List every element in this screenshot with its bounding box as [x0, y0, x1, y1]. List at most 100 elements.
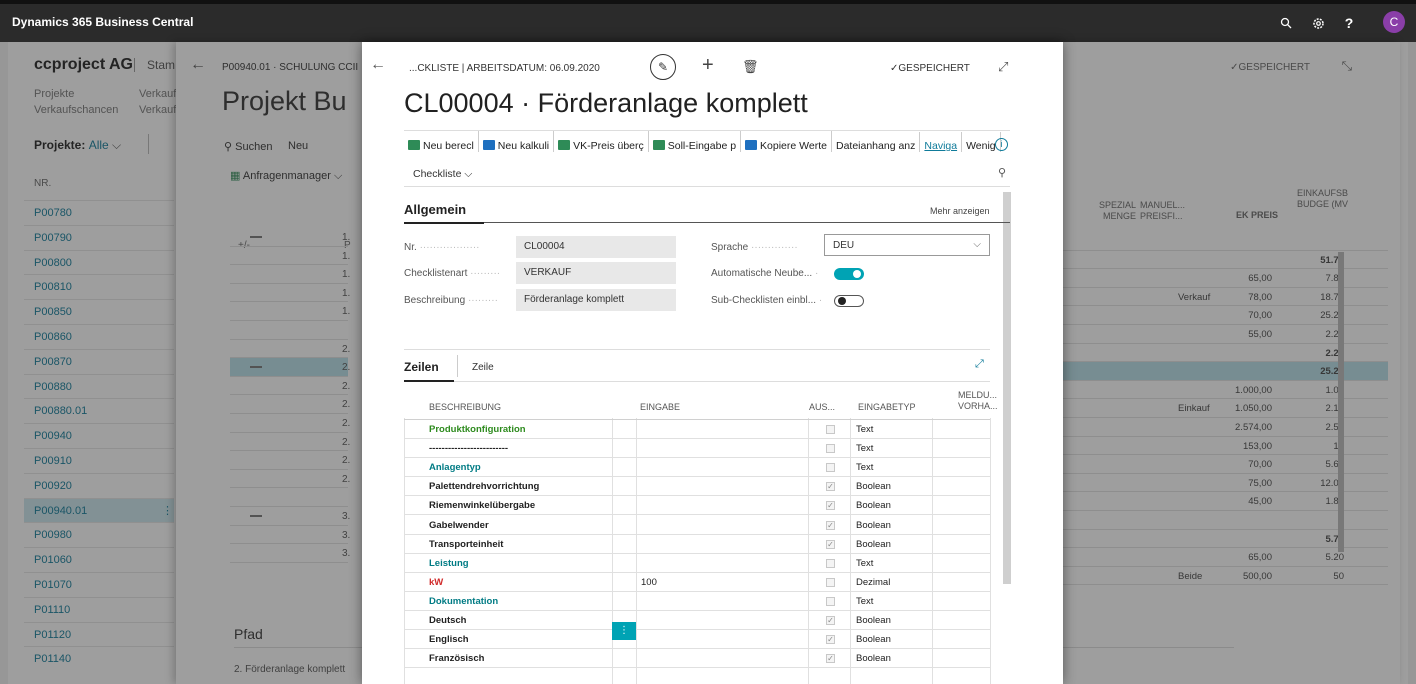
line-checkbox[interactable]: ✓ [826, 654, 835, 664]
line-description[interactable]: Gabelwender [429, 520, 489, 531]
line-description[interactable]: Produktkonfiguration [429, 424, 526, 435]
action-icon [408, 140, 420, 150]
sprache-select[interactable]: DEU ⌵ [824, 234, 990, 256]
line-eingabe[interactable]: 100 [641, 577, 657, 588]
action-dateianhang-anz[interactable]: Dateianhang anz [832, 132, 921, 152]
line-checkbox[interactable]: ✓ [826, 539, 835, 549]
line-eingabetyp[interactable]: Boolean [856, 634, 891, 645]
line-checkbox[interactable]: ✓ [826, 482, 835, 492]
line-eingabetyp[interactable]: Boolean [856, 520, 891, 531]
action-naviga[interactable]: Naviga [920, 132, 963, 152]
search-icon[interactable] [1276, 13, 1296, 33]
action-label: Neu kalkuli [497, 140, 550, 152]
avatar[interactable]: C [1383, 11, 1405, 33]
checklist-line[interactable]: Französisch ✓ Boolean [404, 649, 990, 669]
checklist-line[interactable]: Transporteinheit ✓ Boolean [404, 535, 990, 554]
line-description[interactable]: Transporteinheit [429, 539, 503, 550]
delete-trash-icon[interactable]: 🗑 [742, 59, 759, 75]
checklist-line[interactable]: Gabelwender ✓ Boolean [404, 516, 990, 535]
beschreibung-field[interactable]: Förderanlage komplett [516, 289, 676, 311]
action-vk-preis-ber[interactable]: VK-Preis überç [554, 131, 649, 152]
line-eingabetyp[interactable]: Boolean [856, 615, 891, 626]
action-soll-eingabe-p[interactable]: Soll-Eingabe p [649, 131, 742, 152]
header-aus[interactable]: AUS... [809, 402, 835, 413]
line-description[interactable]: Deutsch [429, 615, 466, 626]
action-icon [482, 140, 495, 150]
line-checkbox[interactable] [826, 463, 835, 473]
line-eingabetyp[interactable]: Text [856, 462, 873, 473]
line-eingabetyp[interactable]: Boolean [856, 539, 891, 550]
line-checkbox[interactable] [826, 596, 835, 606]
line-description[interactable]: Anlagentyp [429, 462, 481, 473]
line-eingabetyp[interactable]: Boolean [856, 481, 891, 492]
mehr-anzeigen-link[interactable]: Mehr anzeigen [930, 206, 990, 216]
checklist-line[interactable]: Produktkonfiguration Text [404, 420, 990, 439]
new-plus-icon[interactable]: + [702, 54, 714, 77]
line-description[interactable]: Dokumentation [429, 596, 498, 607]
line-description[interactable]: Palettendrehvorrichtung [429, 481, 539, 492]
line-eingabetyp[interactable]: Text [856, 443, 873, 454]
line-eingabetyp[interactable]: Dezimal [856, 577, 890, 588]
line-checkbox[interactable] [826, 425, 835, 434]
line-eingabetyp[interactable]: Boolean [856, 653, 891, 664]
app-title: Dynamics 365 Business Central [12, 15, 194, 29]
line-eingabetyp[interactable]: Text [856, 558, 873, 569]
gear-icon[interactable] [1308, 13, 1328, 33]
line-checkbox[interactable]: ✓ [826, 501, 835, 511]
checklist-line[interactable]: Dokumentation Text [404, 592, 990, 611]
modal-scrollbar[interactable] [1003, 192, 1011, 584]
table-column-divider [612, 418, 613, 684]
line-description[interactable]: Leistung [429, 558, 469, 569]
action-label: Soll-Eingabe p [667, 140, 737, 152]
zeilen-tab[interactable]: Zeilen [404, 360, 439, 374]
checklist-line[interactable]: Englisch ✓ Boolean [404, 630, 990, 650]
checklist-line[interactable]: Anlagentyp Text [404, 458, 990, 478]
nr-label: Nr. ·················· [404, 242, 480, 253]
help-icon[interactable]: ? [1339, 13, 1359, 33]
checklistenart-field[interactable]: VERKAUF [516, 262, 676, 284]
checklist-line[interactable]: Deutsch ✓ Boolean [404, 611, 990, 630]
nr-field[interactable]: CL00004 [516, 236, 676, 258]
line-description[interactable]: ------------------------- [429, 443, 508, 454]
pin-icon[interactable]: ⚲ [998, 166, 1006, 179]
header-beschreibung[interactable]: BESCHREIBUNG [429, 402, 501, 413]
header-meldung-vorhanden[interactable]: MELDU... VORHA... [958, 390, 998, 412]
checklist-line[interactable]: kW 100 Dezimal [404, 573, 990, 592]
checklist-line[interactable]: Riemenwinkelübergabe ✓ Boolean [404, 496, 990, 516]
line-description[interactable]: kW [429, 577, 443, 588]
action-kopiere-werte[interactable]: Kopiere Werte [741, 131, 832, 152]
checklist-line[interactable]: Palettendrehvorrichtung ✓ Boolean [404, 477, 990, 497]
line-eingabetyp[interactable]: Boolean [856, 500, 891, 511]
sub-checklisten-toggle[interactable] [834, 295, 864, 307]
sprache-label: Sprache ·············· [711, 242, 798, 253]
line-checkbox[interactable] [826, 444, 835, 454]
back-arrow-icon[interactable]: ← [370, 56, 390, 76]
info-icon[interactable]: i [995, 138, 1008, 151]
line-checkbox[interactable] [826, 577, 835, 587]
expand-icon[interactable]: ⤢ [998, 59, 1008, 75]
edit-pencil-icon[interactable]: ✎ [650, 54, 676, 80]
line-checkbox[interactable]: ✓ [826, 616, 835, 625]
header-eingabetyp[interactable]: EINGABETYP [858, 402, 916, 413]
action-neu-berecl[interactable]: Neu berecl [404, 131, 479, 152]
top-bar: Dynamics 365 Business Central ? C [0, 0, 1416, 42]
line-description[interactable]: Riemenwinkelübergabe [429, 500, 535, 511]
line-checkbox[interactable]: ✓ [826, 635, 835, 645]
line-checkbox[interactable] [826, 558, 835, 568]
checklist-line[interactable]: ------------------------- Text [404, 439, 990, 459]
expand-lines-icon[interactable]: ⤢ [975, 358, 984, 371]
line-checkbox[interactable]: ✓ [826, 520, 835, 530]
automatische-neuberechnung-toggle[interactable] [834, 268, 864, 280]
line-eingabetyp[interactable]: Text [856, 596, 873, 607]
zeile-menu[interactable]: Zeile [472, 362, 494, 373]
action-icon [558, 140, 571, 150]
checkliste-menu[interactable]: Checkliste ⌵ [413, 168, 472, 181]
checklist-line[interactable]: Leistung Text [404, 554, 990, 573]
line-description[interactable]: Französisch [429, 653, 484, 664]
row-actions-button[interactable]: ⋮ [612, 622, 636, 640]
header-eingabe[interactable]: EINGABE [640, 402, 680, 413]
line-description[interactable]: Englisch [429, 634, 469, 645]
action-neu-kalkuli[interactable]: Neu kalkuli [479, 131, 555, 152]
line-eingabetyp[interactable]: Text [856, 424, 873, 435]
section-allgemein[interactable]: Allgemein [404, 202, 466, 217]
